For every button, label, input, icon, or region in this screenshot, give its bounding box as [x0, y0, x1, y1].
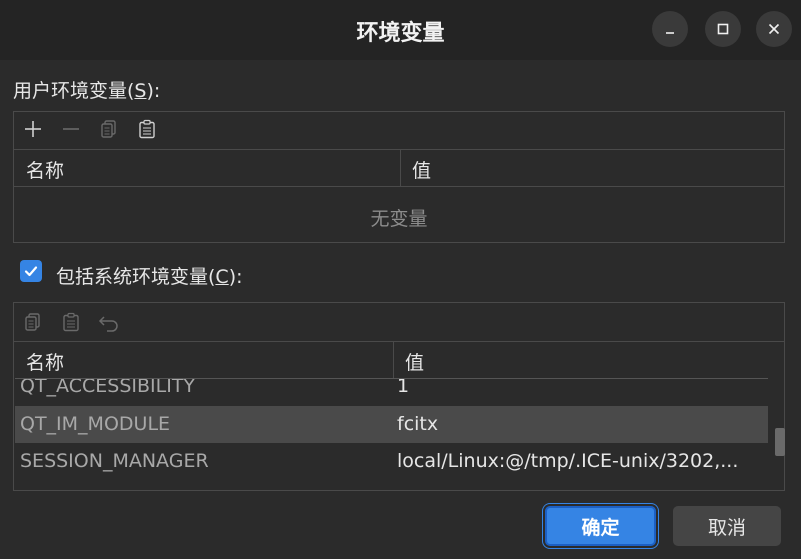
- undo-icon: [98, 316, 118, 332]
- user-variables-label-suffix: ):: [146, 80, 161, 102]
- scrollbar-thumb[interactable]: [775, 428, 785, 456]
- user-variables-label: 用户环境变量(S):: [13, 76, 160, 103]
- add-variable-button[interactable]: [14, 112, 52, 146]
- column-value-header[interactable]: 值: [412, 156, 431, 183]
- include-system-label[interactable]: 包括系统环境变量(C):: [56, 262, 243, 289]
- column-divider[interactable]: [400, 150, 401, 186]
- maximize-button[interactable]: [705, 11, 741, 47]
- include-system-label-suffix: ):: [228, 266, 243, 288]
- minus-icon: [63, 128, 79, 130]
- no-variables-placeholder: 无变量: [370, 208, 428, 230]
- paste-variable-button[interactable]: [128, 112, 166, 146]
- maximize-icon: [717, 23, 729, 35]
- variable-name: QT_IM_MODULE: [20, 413, 171, 435]
- column-name-header[interactable]: 名称: [26, 156, 64, 183]
- system-variables-panel: 名称 值 QT_ACCESSIBILITY 1 QT_IM_MODULE fci…: [13, 302, 785, 491]
- clipboard-icon: [63, 312, 79, 332]
- user-variables-toolbar: [14, 112, 784, 146]
- close-icon: [768, 23, 780, 35]
- system-variables-toolbar: [14, 303, 784, 341]
- minimize-button[interactable]: [652, 11, 688, 47]
- variable-name: SESSION_MANAGER: [20, 450, 209, 472]
- include-system-label-prefix: 包括系统环境变量(: [56, 266, 216, 288]
- user-variables-header: 名称 值: [14, 149, 784, 187]
- cancel-button[interactable]: 取消: [673, 506, 781, 546]
- user-variables-mnemonic: S: [134, 80, 147, 102]
- scrollbar[interactable]: [773, 376, 785, 486]
- remove-variable-button[interactable]: [52, 112, 90, 146]
- title-bar: 环境变量: [0, 0, 801, 60]
- variable-value: local/Linux:@/tmp/.ICE-unix/3202,...: [397, 450, 739, 472]
- ok-button[interactable]: 确定: [545, 506, 656, 546]
- header-divider: [15, 378, 768, 379]
- copy-system-variable-button[interactable]: [14, 305, 52, 339]
- copy-icon: [25, 313, 40, 331]
- copy-icon: [101, 120, 116, 138]
- include-system-checkbox[interactable]: [20, 260, 42, 282]
- close-button[interactable]: [756, 11, 792, 47]
- table-row[interactable]: SESSION_MANAGER local/Linux:@/tmp/.ICE-u…: [15, 443, 768, 480]
- user-variables-label-prefix: 用户环境变量(: [13, 80, 135, 102]
- undo-button[interactable]: [90, 305, 128, 339]
- variable-value: fcitx: [397, 413, 439, 435]
- clipboard-icon: [139, 119, 155, 139]
- table-row-selected[interactable]: QT_IM_MODULE fcitx: [15, 406, 768, 443]
- plus-icon: [25, 121, 41, 137]
- copy-variable-button[interactable]: [90, 112, 128, 146]
- paste-system-variable-button[interactable]: [52, 305, 90, 339]
- minimize-icon: [666, 32, 674, 34]
- table-row[interactable]: QT_ACCESSIBILITY 1: [15, 368, 768, 405]
- checkmark-icon: [24, 266, 38, 277]
- include-system-mnemonic: C: [215, 266, 229, 288]
